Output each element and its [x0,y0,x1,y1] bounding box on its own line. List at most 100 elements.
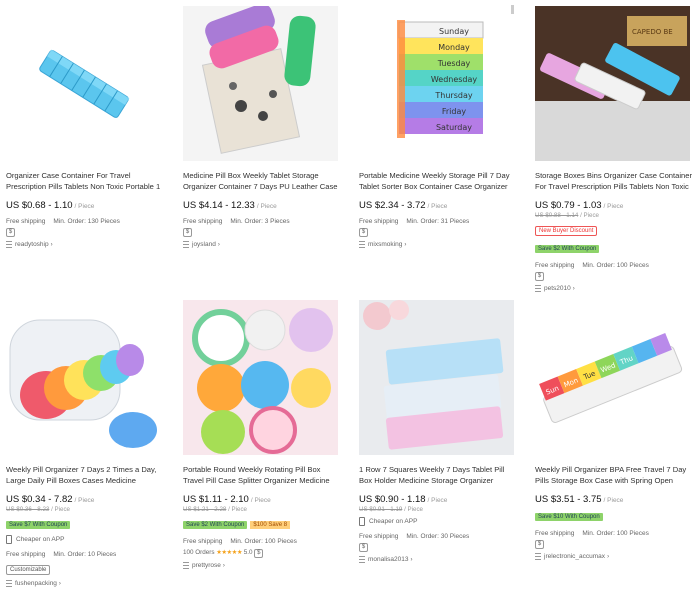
store-link[interactable]: mixsmoking › [359,241,519,248]
product-title[interactable]: Weekly Pill Organizer 7 Days 2 Times a D… [6,465,166,486]
product-card[interactable]: Portable Round Weekly Rotating Pill Box … [183,300,343,569]
chevron-right-icon: › [58,581,61,588]
product-image[interactable] [183,300,338,455]
store-icon [359,241,365,248]
product-card[interactable]: Sunday Monday Tuesday Wednesday Thursday… [359,6,519,248]
customizable-badge: Customizable [6,565,51,575]
chevron-right-icon: › [217,242,220,249]
shipping-info: Free shipping Min. Order: 31 Pieces [359,218,470,225]
day-label: Monday [438,43,470,52]
product-title[interactable]: Portable Medicine Weekly Storage Pill 7 … [359,171,519,192]
shipping-info: Free shipping Min. Order: 100 Pieces [535,530,649,537]
store-link[interactable]: pets2010 › [535,285,695,292]
original-price: US $0.91 - 1.19 / Piece [359,506,423,513]
shipping-info: Free shipping Min. Order: 10 Pieces [6,551,117,558]
product-title[interactable]: Weekly Pill Organizer BPA Free Travel 7 … [535,465,695,486]
cheaper-on-app: Cheaper on APP [359,517,519,526]
shipping-info: Free shipping Min. Order: 3 Pieces [183,218,290,225]
coupon-badge[interactable]: Save $10 With Coupon [535,513,603,521]
product-card[interactable]: CAPEDO BE Storage Boxes Bins Organizer C… [535,6,695,292]
product-price: US $1.11 - 2.10/ Piece [183,494,271,505]
product-card[interactable]: 1 Row 7 Squares Weekly 7 Days Tablet Pil… [359,300,519,563]
shipping-info: Free shipping Min. Order: 130 Pieces [6,218,120,225]
store-link[interactable]: prettyrose › [183,562,343,569]
coupon-badge[interactable]: Save $2 With Coupon [535,245,600,253]
chevron-right-icon: › [404,242,407,249]
product-price: US $2.34 - 3.72/ Piece [359,200,448,211]
original-price: US $1.21 - 2.28 / Piece [183,506,247,513]
pill-case-illustration [39,49,130,118]
shipping-info: Free shipping Min. Order: 100 Pieces [535,262,649,269]
pill-box-holder-illustration [359,300,514,455]
product-image[interactable]: Sunday Monday Tuesday Wednesday Thursday… [359,6,514,161]
store-link[interactable]: monalisa2013 › [359,556,519,563]
chevron-right-icon: › [410,557,413,564]
store-icon [535,553,541,560]
store-icon [183,562,189,569]
day-label: Tuesday [437,59,471,68]
product-title[interactable]: Medicine Pill Box Weekly Tablet Storage … [183,171,343,192]
save-badge[interactable]: $100 Save 8 [250,521,291,529]
product-price: US $0.68 - 1.10/ Piece [6,200,95,211]
rating-stars: ★★★★★ [216,549,242,556]
shipping-info: Free shipping Min. Order: 100 Pieces [183,538,297,545]
coupon-badge[interactable]: Save $2 With Coupon [183,521,248,529]
product-title[interactable]: 1 Row 7 Squares Weekly 7 Days Tablet Pil… [359,465,519,486]
day-label: Friday [442,107,467,116]
product-title[interactable]: Portable Round Weekly Rotating Pill Box … [183,465,343,486]
product-title[interactable]: Organizer Case Container For Travel Pres… [6,171,166,192]
round-rotating-pill-box-illustration [183,300,338,455]
store-icon [6,241,12,248]
product-card[interactable]: Sun Mon Tue Wed Thu Weekly Pill Organize… [535,300,695,560]
store-icon [183,241,189,248]
pill-case-photo-illustration: CAPEDO BE [535,6,690,161]
sign-text: CAPEDO BE [632,28,673,36]
product-card[interactable]: Organizer Case Container For Travel Pres… [6,6,166,248]
dollar-icon: $ [254,549,264,558]
original-price: US $0.88 - 1.14 / Piece [535,212,599,219]
original-price: US $0.36 - 8.23 / Piece [6,506,70,513]
chevron-right-icon: › [572,286,575,293]
stacked-pill-box-illustration: Sunday Monday Tuesday Wednesday Thursday… [397,20,484,138]
round-pill-organizer-illustration [9,319,157,448]
shipping-info: Free shipping Min. Order: 30 Pieces [359,533,470,540]
coupon-badge[interactable]: Save $7 With Coupon [6,521,71,529]
dollar-icon: $ [535,540,544,549]
cheaper-on-app: Cheaper on APP [6,535,166,544]
store-icon [359,556,365,563]
store-icon [535,285,541,292]
orders-rating: 100 Orders ★★★★★ 5.0 $ [183,549,343,558]
dollar-icon: $ [359,228,368,237]
scrollbar[interactable] [511,5,514,14]
product-card[interactable]: Weekly Pill Organizer 7 Days 2 Times a D… [6,300,166,587]
day-label: Thursday [434,91,472,100]
store-link[interactable]: readytoship › [6,241,166,248]
store-icon [6,580,12,587]
product-image[interactable] [183,6,338,161]
chevron-right-icon: › [607,554,610,561]
store-link[interactable]: jrelectronic_accumax › [535,553,695,560]
store-link[interactable]: joysland › [183,241,343,248]
product-image[interactable]: CAPEDO BE [535,6,690,161]
product-price: US $0.90 - 1.18/ Piece [359,494,448,505]
product-price: US $4.14 - 12.33/ Piece [183,200,277,211]
day-label: Wednesday [431,75,478,84]
product-price: US $3.51 - 3.75/ Piece [535,494,624,505]
dollar-icon: $ [535,272,544,281]
product-image[interactable] [6,300,161,455]
product-image[interactable]: Sun Mon Tue Wed Thu [535,300,690,455]
day-label: Sunday [439,27,469,36]
new-buyer-badge: New Buyer Discount [535,226,598,236]
product-title[interactable]: Storage Boxes Bins Organizer Case Contai… [535,171,695,192]
spring-open-pill-box-illustration: Sun Mon Tue Wed Thu [539,333,683,423]
dollar-icon: $ [6,228,15,237]
product-image[interactable] [359,300,514,455]
store-link[interactable]: fushenpacking › [6,580,166,587]
pill-box-leather-illustration [201,6,316,154]
product-card[interactable]: Medicine Pill Box Weekly Tablet Storage … [183,6,343,248]
day-label: Saturday [436,123,472,132]
product-price: US $0.34 - 7.82/ Piece [6,494,95,505]
chevron-right-icon: › [50,242,53,249]
phone-icon [6,535,12,544]
product-image[interactable] [6,6,161,161]
